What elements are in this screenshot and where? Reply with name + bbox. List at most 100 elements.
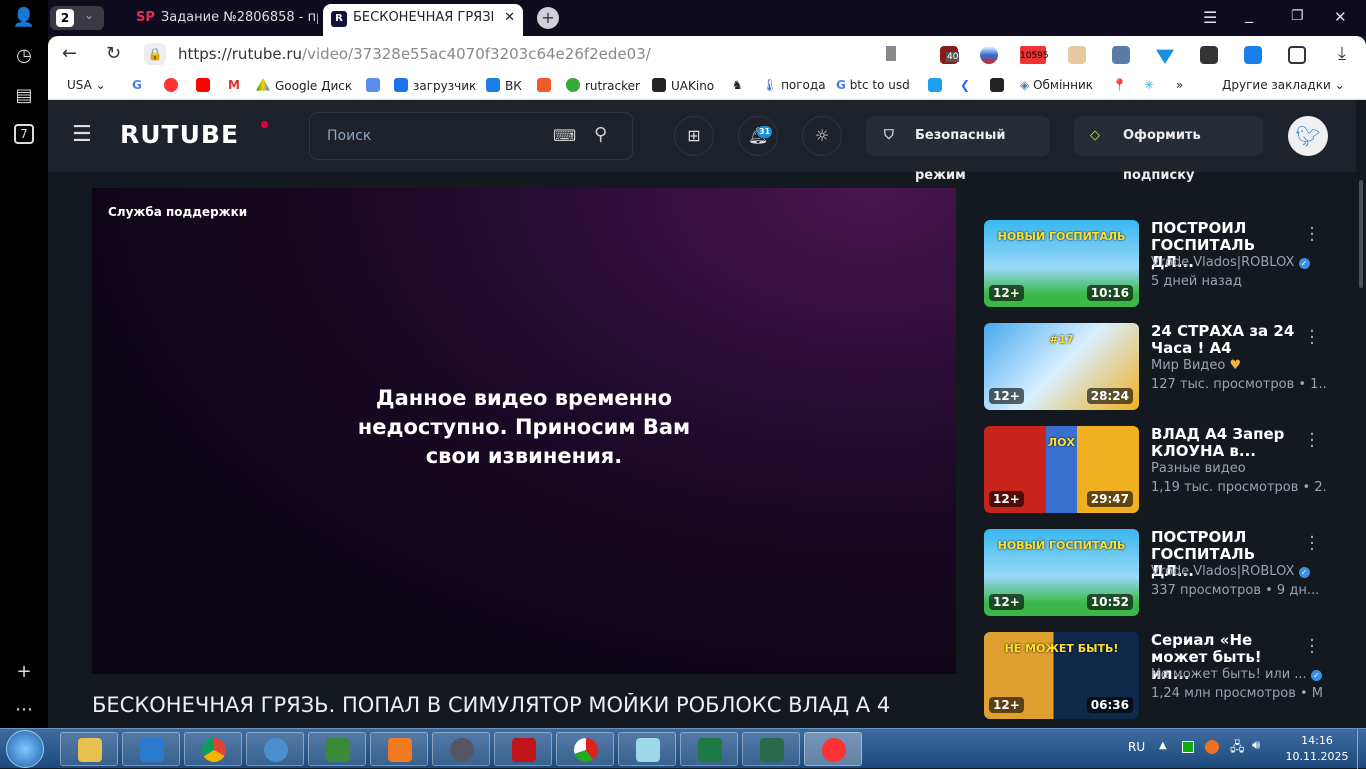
bookmark-downloader[interactable]: загрузчик xyxy=(394,78,476,93)
tray-monitor-icon[interactable] xyxy=(1182,741,1194,753)
extension-shield-icon[interactable]: 40 xyxy=(940,46,960,64)
more-options-icon[interactable]: · · · xyxy=(1306,529,1318,559)
tray-app-icon[interactable] xyxy=(1205,740,1219,754)
search-input[interactable]: Поиск ⌨ ⚲ xyxy=(309,112,633,160)
taskbar-app[interactable] xyxy=(308,732,366,766)
channel-name[interactable]: Vrode Vlados|ROBLOX ✓ xyxy=(1151,564,1310,579)
bookmark-bc[interactable] xyxy=(990,78,1009,93)
taskbar-globe[interactable] xyxy=(246,732,304,766)
video-thumbnail[interactable]: НЕ МОЖЕТ БЫТЬ! 12+ 06:36 xyxy=(984,632,1139,719)
bookmark-translate[interactable] xyxy=(366,78,385,93)
extension-clipboard-icon[interactable] xyxy=(1288,46,1306,64)
more-options-icon[interactable]: · · · xyxy=(1306,323,1318,353)
bookmark-google[interactable]: G xyxy=(132,78,142,92)
bookmark-arrow[interactable]: ❮ xyxy=(960,78,970,92)
taskbar-yandex[interactable] xyxy=(804,732,862,766)
extension-media-icon[interactable] xyxy=(1112,46,1130,64)
theme-toggle-button[interactable]: ☼ xyxy=(802,116,842,156)
bookmark-btc[interactable]: G btc to usd xyxy=(836,78,910,92)
taskbar-wise[interactable] xyxy=(122,732,180,766)
show-desktop-button[interactable] xyxy=(1357,729,1366,769)
subscribe-button[interactable]: ◇ Оформить подписку xyxy=(1074,116,1263,183)
tab-count-button[interactable]: 2 ⌄ xyxy=(50,6,104,30)
bookmark-maps[interactable]: 📍 xyxy=(1112,78,1127,92)
recommendation-card[interactable]: НОВЫЙ ГОСПИТАЛЬ 12+ 10:52 ПОСТРОИЛ ГОСПИ… xyxy=(984,529,1344,616)
recommendation-title[interactable]: 24 СТРАХА за 24 Часа ! А4 xyxy=(1151,323,1301,357)
extension-download-icon[interactable] xyxy=(1244,46,1262,64)
menu-icon[interactable]: ☰ xyxy=(1203,8,1217,27)
bookmark-gmail[interactable]: M xyxy=(228,78,240,92)
lock-icon[interactable]: 🔒 xyxy=(144,43,166,65)
back-icon[interactable]: ← xyxy=(62,43,77,64)
minimize-icon[interactable]: _ xyxy=(1245,4,1253,23)
taskbar-chrome[interactable] xyxy=(184,732,242,766)
recommendation-card[interactable]: ЛОХ 12+ 29:47 ВЛАД А4 Запер КЛОУНА в... … xyxy=(984,426,1344,513)
bookmark-youtube[interactable] xyxy=(196,78,215,93)
taskbar-excel[interactable] xyxy=(680,732,738,766)
restore-icon[interactable]: ❐ xyxy=(1291,8,1304,24)
network-icon[interactable]: 🖧 xyxy=(1230,738,1245,760)
channel-name[interactable]: Не может быть! или ... ✓ xyxy=(1151,667,1322,682)
language-indicator[interactable]: RU xyxy=(1128,740,1145,754)
bookmark-chess[interactable]: ♞ xyxy=(732,78,743,92)
recommendation-card[interactable]: #17 12+ 28:24 24 СТРАХА за 24 Часа ! А4 … xyxy=(984,323,1344,410)
bookmark-usa[interactable]: USA ⌄ xyxy=(67,78,106,92)
tab-task[interactable]: SP Задание №2806858 - прос xyxy=(128,4,318,36)
video-player[interactable]: Служба поддержки Данное видео временно н… xyxy=(92,188,956,674)
video-thumbnail[interactable]: ЛОХ 12+ 29:47 xyxy=(984,426,1139,513)
extension-box-icon[interactable] xyxy=(1068,46,1086,64)
calendar-icon[interactable]: 7 xyxy=(14,124,34,144)
taskbar-player[interactable] xyxy=(370,732,428,766)
search-icon[interactable]: ⚲ xyxy=(594,124,607,145)
recommendation-title[interactable]: ВЛАД А4 Запер КЛОУНА в... xyxy=(1151,426,1301,460)
rutube-logo[interactable]: RUTUBE xyxy=(120,120,239,149)
tray-expand-icon[interactable]: ▲ xyxy=(1159,740,1167,751)
other-bookmarks[interactable]: Другие закладки ⌄ xyxy=(1222,78,1345,92)
extension-vpn-icon[interactable] xyxy=(980,46,998,64)
bookmark-f[interactable] xyxy=(537,78,556,93)
bookmark-weather[interactable]: 🌡 погода xyxy=(762,78,826,92)
taskbar-explorer[interactable] xyxy=(60,732,118,766)
add-icon[interactable]: + xyxy=(12,660,36,684)
channel-name[interactable]: Vrode Vlados|ROBLOX ✓ xyxy=(1151,255,1310,270)
video-thumbnail[interactable]: НОВЫЙ ГОСПИТАЛЬ 12+ 10:16 xyxy=(984,220,1139,307)
avatar[interactable]: 🐦︎ xyxy=(1288,116,1328,156)
recommendation-card[interactable]: НЕ МОЖЕТ БЫТЬ! 12+ 06:36 Сериал «Не може… xyxy=(984,632,1344,719)
bookmark-icon[interactable] xyxy=(886,46,896,61)
bookmark-star[interactable]: ✳ xyxy=(1144,78,1154,92)
reload-icon[interactable]: ↻ xyxy=(106,43,121,64)
bookmark-exchanger[interactable]: ◈ Обмінник xyxy=(1020,78,1093,92)
close-window-icon[interactable]: ✕ xyxy=(1334,8,1347,26)
extension-dark-icon[interactable] xyxy=(1200,46,1218,64)
tab-rutube[interactable]: R БЕСКОНЕЧНАЯ ГРЯЗЬ. ПОПАЛ В ✕ xyxy=(323,4,523,36)
profile-icon[interactable]: 👤 xyxy=(12,6,36,30)
extension-counter-icon[interactable]: 10595 xyxy=(1020,46,1049,64)
new-tab-button[interactable]: + xyxy=(537,7,559,29)
collections-icon[interactable]: ▤ xyxy=(12,84,36,108)
close-tab-icon[interactable]: ✕ xyxy=(504,4,515,32)
bookmark-vk[interactable]: ВК xyxy=(486,78,522,93)
taskbar-clock[interactable] xyxy=(432,732,490,766)
more-bookmarks-icon[interactable]: » xyxy=(1176,78,1183,92)
channel-name[interactable]: Разные видео xyxy=(1151,461,1246,476)
channel-name[interactable]: Мир Видео ♥ xyxy=(1151,358,1241,373)
taskbar-aida64[interactable] xyxy=(494,732,552,766)
volume-icon[interactable]: 🔊︎ xyxy=(1252,738,1260,753)
downloads-icon[interactable]: ⤓ xyxy=(1338,43,1346,64)
more-options-icon[interactable]: · · · xyxy=(1306,220,1318,250)
safe-mode-button[interactable]: ⛉ Безопасный режим xyxy=(866,116,1050,183)
bookmark-google-drive[interactable]: Google Диск xyxy=(256,78,352,93)
hamburger-menu-icon[interactable]: ☰ xyxy=(72,122,92,147)
more-options-icon[interactable]: · · · xyxy=(1306,426,1318,456)
bookmark-p[interactable] xyxy=(928,78,947,93)
more-options-icon[interactable]: · · · xyxy=(1306,632,1318,662)
bookmark-rutracker[interactable]: rutracker xyxy=(566,78,640,93)
video-thumbnail[interactable]: #17 12+ 28:24 xyxy=(984,323,1139,410)
notifications-button[interactable]: 🔔︎31 xyxy=(738,116,778,156)
video-thumbnail[interactable]: НОВЫЙ ГОСПИТАЛЬ 12+ 10:52 xyxy=(984,529,1139,616)
taskbar-monitor[interactable] xyxy=(742,732,800,766)
taskbar-chart[interactable] xyxy=(556,732,614,766)
clock[interactable]: 14:16 10.11.2025 xyxy=(1280,733,1354,765)
more-icon[interactable]: ⋯ xyxy=(12,698,36,722)
taskbar-notes[interactable] xyxy=(618,732,676,766)
